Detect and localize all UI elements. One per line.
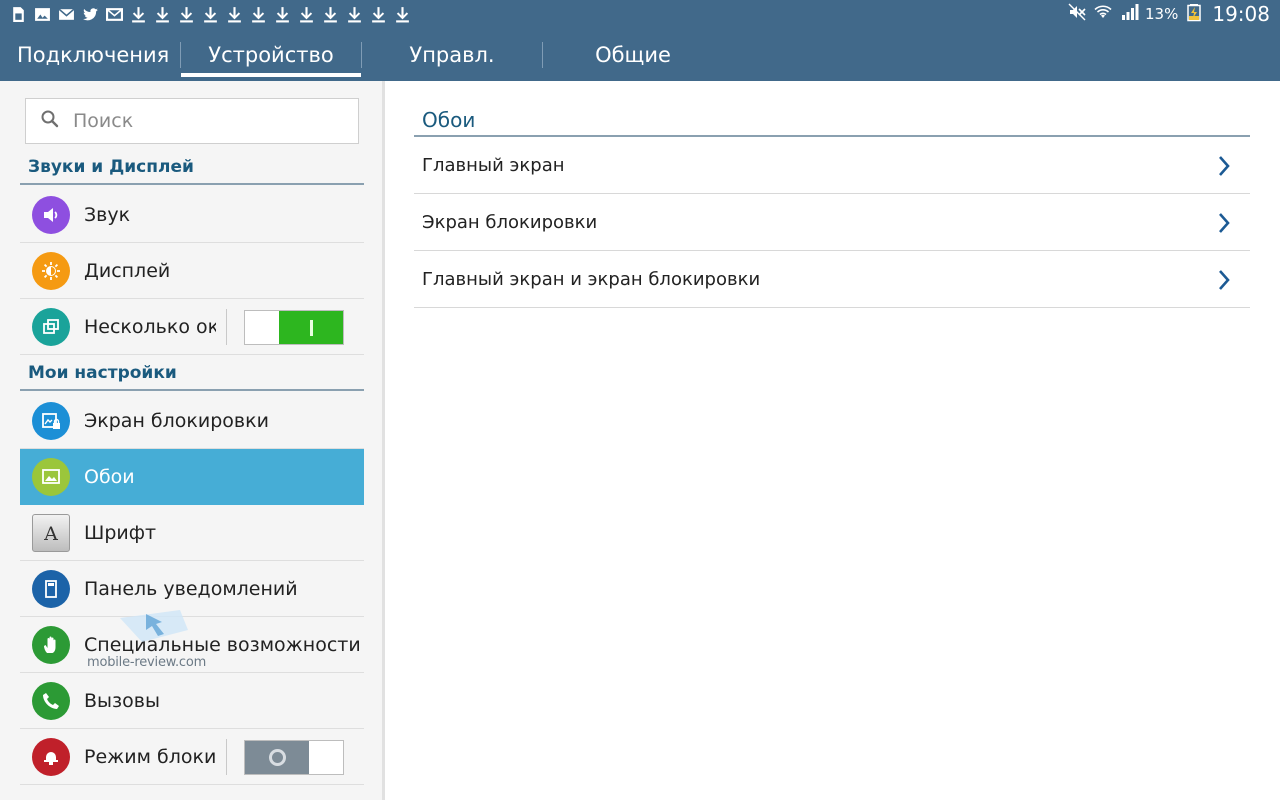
download-icon bbox=[322, 6, 339, 23]
twitter-icon bbox=[82, 6, 99, 23]
download-icon bbox=[298, 6, 315, 23]
download-icon bbox=[202, 6, 219, 23]
search-input[interactable] bbox=[73, 110, 343, 132]
sidebar-item-lock-screen[interactable]: Экран блокировки bbox=[20, 393, 364, 449]
toggle-on-knob bbox=[279, 311, 343, 344]
email-icon bbox=[58, 6, 75, 23]
panel-divider bbox=[382, 81, 385, 800]
brightness-icon bbox=[32, 251, 70, 290]
download-icon bbox=[178, 6, 195, 23]
speaker-icon bbox=[32, 195, 70, 234]
sidebar-item-blocking-mode[interactable]: Режим блокировки bbox=[20, 729, 364, 785]
tab-connections[interactable]: Подключения bbox=[0, 28, 180, 81]
blocking-mode-toggle[interactable] bbox=[244, 740, 344, 775]
toggle-off-knob bbox=[245, 741, 309, 774]
tab-general[interactable]: Общие bbox=[543, 28, 723, 81]
wallpaper-option-home-and-lock-screen[interactable]: Главный экран и экран блокировки bbox=[414, 251, 1250, 308]
download-icon bbox=[154, 6, 171, 23]
clock: 19:08 bbox=[1212, 2, 1270, 26]
watermark-text: mobile-review.com bbox=[87, 655, 207, 670]
option-label: Главный экран bbox=[422, 154, 565, 176]
status-bar: 13% 19:08 bbox=[0, 0, 1280, 28]
chevron-right-icon bbox=[1219, 156, 1230, 176]
notification-panel-icon bbox=[32, 569, 70, 608]
sidebar-item-multi-window[interactable]: Несколько окон bbox=[20, 299, 364, 355]
sidebar-item-label: Обои bbox=[84, 465, 135, 488]
download-icon bbox=[370, 6, 387, 23]
download-icon bbox=[250, 6, 267, 23]
chevron-right-icon bbox=[1219, 270, 1230, 290]
mute-icon bbox=[1067, 2, 1087, 26]
sidebar-item-display[interactable]: Дисплей bbox=[20, 243, 364, 299]
search-icon bbox=[40, 109, 60, 133]
wifi-icon bbox=[1093, 2, 1113, 26]
multi-window-toggle[interactable] bbox=[244, 310, 344, 345]
option-label: Экран блокировки bbox=[422, 211, 598, 233]
wallpaper-option-home-screen[interactable]: Главный экран bbox=[414, 137, 1250, 194]
sidebar-item-wallpaper[interactable]: Обои bbox=[20, 449, 364, 505]
system-icons: 13% 19:08 bbox=[1067, 2, 1270, 26]
sidebar-item-font[interactable]: A Шрифт bbox=[20, 505, 364, 561]
download-icon bbox=[274, 6, 291, 23]
search-box[interactable] bbox=[25, 98, 359, 144]
notification-icons bbox=[10, 4, 411, 24]
battery-percent: 13% bbox=[1145, 5, 1179, 23]
lock-screen-icon bbox=[32, 401, 70, 440]
tab-controls[interactable]: Управл. bbox=[362, 28, 542, 81]
settings-tab-bar: Подключения Устройство Управл. Общие bbox=[0, 28, 1280, 81]
sidebar-item-label: Экран блокировки bbox=[84, 409, 269, 432]
toggle-divider bbox=[226, 309, 227, 345]
wallpaper-icon bbox=[32, 457, 70, 496]
wallpaper-option-lock-screen[interactable]: Экран блокировки bbox=[414, 194, 1250, 251]
phone-icon bbox=[32, 681, 70, 720]
sim-card-icon bbox=[10, 6, 27, 23]
section-header-my-settings: Мои настройки bbox=[20, 357, 364, 391]
charging-icon bbox=[1184, 2, 1204, 26]
page-title: Обои bbox=[414, 104, 1250, 137]
selected-tab-indicator bbox=[181, 73, 361, 77]
section-header-sound-display: Звуки и Дисплей bbox=[20, 151, 364, 185]
toggle-divider bbox=[226, 739, 227, 775]
font-icon: A bbox=[32, 513, 70, 552]
chevron-right-icon bbox=[1219, 213, 1230, 233]
sidebar-item-calls[interactable]: Вызовы bbox=[20, 673, 364, 729]
sidebar-item-label: Звук bbox=[84, 203, 131, 226]
sidebar-item-label: Дисплей bbox=[84, 259, 171, 282]
sidebar-item-label: Шрифт bbox=[84, 521, 157, 544]
sidebar-item-sound[interactable]: Звук bbox=[20, 187, 364, 243]
blocking-mode-icon bbox=[32, 737, 70, 776]
settings-sidebar: Звуки и Дисплей Звук Дисплей Несколько о… bbox=[0, 81, 382, 800]
sidebar-item-label: Панель уведомлений bbox=[84, 577, 298, 600]
signal-icon bbox=[1119, 2, 1139, 26]
svg-text:A: A bbox=[43, 523, 58, 544]
option-label: Главный экран и экран блокировки bbox=[422, 268, 761, 290]
image-icon bbox=[34, 6, 51, 23]
download-icon bbox=[394, 6, 411, 23]
multi-window-icon bbox=[32, 307, 70, 346]
mail-icon bbox=[106, 6, 123, 23]
sidebar-item-label: Несколько окон bbox=[84, 315, 216, 338]
download-icon bbox=[226, 6, 243, 23]
download-icon bbox=[346, 6, 363, 23]
download-icon bbox=[130, 6, 147, 23]
accessibility-hand-icon bbox=[32, 625, 70, 664]
sidebar-item-label: Режим блокировки bbox=[84, 745, 216, 768]
sidebar-item-label: Вызовы bbox=[84, 689, 160, 712]
